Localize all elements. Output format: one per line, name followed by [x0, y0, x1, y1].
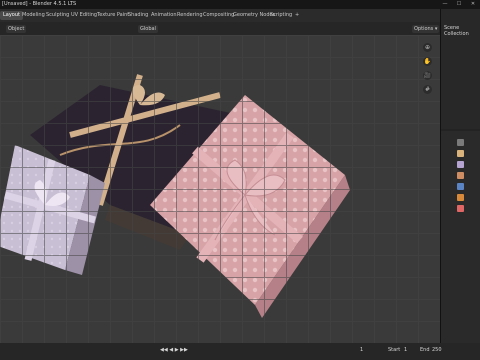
scene-tab-icon[interactable] [457, 172, 464, 179]
start-label: Start [388, 347, 401, 353]
properties-panel[interactable] [441, 131, 480, 343]
close-button[interactable]: ✕ [466, 0, 480, 9]
object-mode-dropdown[interactable]: Object [6, 25, 27, 33]
output-tab-icon[interactable] [457, 161, 464, 168]
object-tab-icon[interactable] [457, 194, 464, 201]
playback-controls[interactable]: ◀◀ ◀ ▶ ▶▶ [160, 347, 188, 353]
zoom-icon[interactable]: ⊕ [423, 43, 432, 52]
tool-tab-icon[interactable] [457, 139, 464, 146]
viewport-grid [0, 35, 440, 343]
window-controls: — ☐ ✕ [438, 0, 480, 9]
right-side-panels: Scene Collection [440, 9, 480, 343]
pan-hand-icon[interactable]: ✋ [423, 57, 432, 66]
render-tab-icon[interactable] [457, 150, 464, 157]
material-tab-icon[interactable] [457, 205, 464, 212]
minimize-button[interactable]: — [438, 0, 452, 9]
3d-viewport[interactable]: ⊕ ✋ 🎥 # [0, 35, 440, 343]
world-tab-icon[interactable] [457, 183, 464, 190]
start-frame-field[interactable]: 1 [404, 347, 407, 353]
camera-icon[interactable]: 🎥 [423, 71, 432, 80]
transform-orientation-dropdown[interactable]: Global [138, 25, 158, 33]
grid-icon[interactable]: # [423, 85, 432, 94]
properties-tabs [457, 139, 464, 212]
end-label: End [420, 347, 430, 353]
end-frame-field[interactable]: 250 [432, 347, 442, 353]
timeline-bar: ◀◀ ◀ ▶ ▶▶ 1 Start 1 End 250 [0, 343, 480, 360]
outliner-scene-collection[interactable]: Scene Collection [444, 25, 480, 37]
window-titlebar: [Unsaved] - Blender 4.5.1 LTS — ☐ ✕ [0, 0, 480, 9]
options-dropdown[interactable]: Options ▾ [412, 25, 440, 33]
viewport-header: Object Global Options ▾ [0, 22, 440, 35]
window-title: [Unsaved] - Blender 4.5.1 LTS [2, 1, 77, 7]
workspace-tabs-bar: Layout Modeling Sculpting UV Editing Tex… [0, 9, 480, 22]
tab-scripting[interactable]: Scripting [267, 11, 295, 20]
navigation-gizmo: ⊕ ✋ 🎥 # [423, 43, 432, 94]
maximize-button[interactable]: ☐ [452, 0, 466, 9]
current-frame-field[interactable]: 1 [360, 347, 363, 353]
add-workspace-button[interactable]: + [292, 11, 302, 20]
outliner-panel[interactable]: Scene Collection [441, 9, 480, 129]
